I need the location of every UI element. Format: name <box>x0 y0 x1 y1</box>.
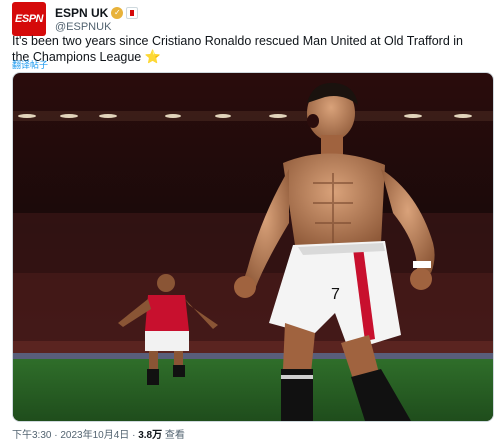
display-name[interactable]: ESPN UK <box>55 6 108 20</box>
verified-badge-icon[interactable]: ✓ <box>111 6 124 19</box>
author-name-row: ESPN UK ✓ <box>55 6 139 20</box>
tweet-card: ESPN ESPN UK ✓ @ESPNUK It's been two yea… <box>0 0 500 441</box>
tweet-header: ESPN ESPN UK ✓ @ESPNUK <box>12 2 139 36</box>
star-emoji-icon: ⭐ <box>144 49 161 64</box>
tweet-media-photo[interactable]: 7 <box>12 72 494 422</box>
jersey-number: 7 <box>331 286 340 303</box>
translate-post-link[interactable]: 翻译帖子 <box>12 58 48 71</box>
tweet-text: It's been two years since Cristiano Rona… <box>12 34 482 65</box>
affiliate-badge-icon[interactable] <box>126 6 139 19</box>
post-time[interactable]: 下午3:30 <box>12 430 51 441</box>
meta-separator-2: · <box>132 430 136 441</box>
avatar[interactable]: ESPN <box>12 2 46 36</box>
meta-separator: · <box>54 430 58 441</box>
views-count[interactable]: 3.8万 <box>138 430 162 441</box>
author-info: ESPN UK ✓ @ESPNUK <box>55 6 139 33</box>
espn-logo: ESPN <box>15 13 43 25</box>
tweet-meta: 下午3:30 · 2023年10月4日 · 3.8万 查看 <box>12 426 185 441</box>
post-date[interactable]: 2023年10月4日 <box>60 430 129 441</box>
tweet-body: It's been two years since Cristiano Rona… <box>12 34 463 64</box>
views-label: 查看 <box>164 430 185 441</box>
author-handle[interactable]: @ESPNUK <box>55 21 138 33</box>
football-celebration-image: 7 <box>13 73 493 421</box>
